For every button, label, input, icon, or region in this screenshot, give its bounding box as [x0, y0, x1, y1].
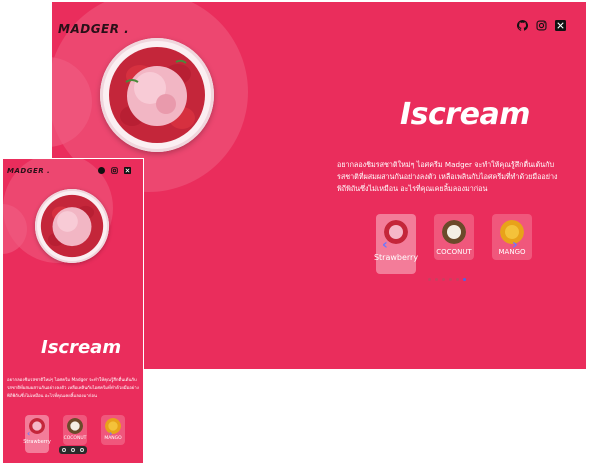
pagination-dot-active[interactable] [463, 278, 466, 281]
social-links [517, 20, 566, 31]
pagination-dot[interactable] [435, 278, 438, 281]
toolbar-button[interactable] [70, 448, 75, 452]
pagination-dot[interactable] [449, 278, 452, 281]
flavor-card-mango[interactable]: MANGO [101, 415, 125, 445]
github-icon[interactable] [517, 20, 528, 31]
x-icon[interactable] [124, 167, 131, 174]
hero-title: Iscream [41, 337, 122, 358]
instagram-icon[interactable] [536, 20, 547, 31]
mobile-view: MADGER . Iscream อยากลองชิมรสชาติใหม่ๆ ไ… [2, 158, 144, 464]
pagination-dot[interactable] [456, 278, 459, 281]
social-links [98, 167, 131, 174]
flavor-label: Strawberry [373, 253, 419, 262]
floating-toolbar[interactable] [59, 446, 87, 454]
coconut-thumbnail [442, 220, 466, 244]
flavor-carousel: Strawberry COCONUT MANGO [373, 214, 532, 274]
flavor-label: COCONUT [436, 248, 472, 256]
carousel-prev-arrow-icon[interactable]: ‹ [382, 237, 388, 253]
carousel-next-arrow-icon[interactable]: › [109, 429, 112, 438]
instagram-icon[interactable] [111, 167, 118, 174]
pagination-dot[interactable] [428, 278, 431, 281]
hero-title: Iscream [400, 97, 530, 132]
github-icon[interactable] [98, 167, 105, 174]
coconut-thumbnail [67, 418, 83, 434]
ice-cream-bowl-image [35, 189, 109, 263]
flavor-label: Strawberry [23, 439, 51, 445]
toolbar-button[interactable] [80, 448, 85, 452]
flavor-label: COCONUT [63, 436, 87, 441]
mango-thumbnail [105, 418, 121, 434]
brand-logo[interactable]: MADGER . [58, 22, 129, 36]
pagination-dot[interactable] [442, 278, 445, 281]
x-icon[interactable] [555, 20, 566, 31]
flavor-label: MANGO [104, 436, 122, 441]
strawberry-thumbnail [29, 418, 45, 434]
flavor-card-coconut[interactable]: COCONUT [63, 415, 87, 445]
carousel-prev-arrow-icon[interactable]: ‹ [27, 429, 30, 438]
hero-description: อยากลองชิมรสชาติใหม่ๆ ไอศครีม Madger จะท… [7, 378, 139, 399]
brand-logo[interactable]: MADGER . [7, 167, 50, 175]
toolbar-button[interactable] [61, 448, 66, 452]
hero-description: อยากลองชิมรสชาติใหม่ๆ ไอศครีม Madger จะท… [337, 160, 558, 193]
ice-cream-bowl-image [100, 38, 214, 152]
flavor-card-coconut[interactable]: COCONUT [434, 214, 474, 260]
carousel-pagination [428, 278, 466, 281]
carousel-next-arrow-icon[interactable]: › [512, 237, 518, 253]
